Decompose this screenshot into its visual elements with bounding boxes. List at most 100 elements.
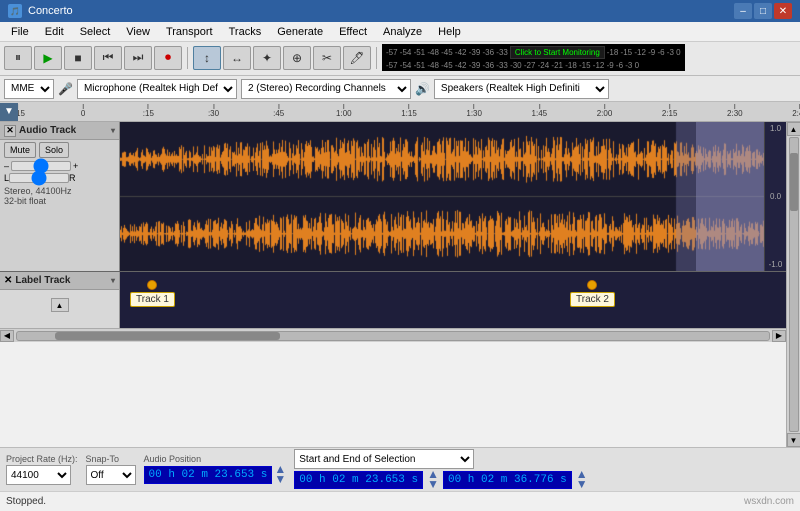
next-button[interactable]: ⏭ bbox=[124, 46, 152, 70]
label-track-close[interactable]: ✕ bbox=[4, 275, 12, 286]
channels-select[interactable]: 2 (Stereo) Recording Channels bbox=[241, 79, 411, 99]
play-button[interactable]: ▶ bbox=[34, 46, 62, 70]
hscroll-right-button[interactable]: ▶ bbox=[772, 330, 786, 342]
minimize-button[interactable]: – bbox=[734, 3, 752, 19]
pause-button[interactable]: ⏸ bbox=[4, 46, 32, 70]
label-track-controls: ✕ Label Track ▾ ▲ bbox=[0, 272, 120, 328]
label-text-2: Track 2 bbox=[570, 292, 615, 307]
label-marker-1: Track 1 bbox=[130, 280, 175, 307]
project-rate-group: Project Rate (Hz): 44100 bbox=[6, 454, 78, 485]
audio-track-name: Audio Track bbox=[19, 125, 108, 136]
menu-analyze[interactable]: Analyze bbox=[376, 24, 429, 40]
toolbar-area: ⏸ ▶ ■ ⏮ ⏭ ⏺ ↕ ↔ ✦ ⊕ ✂ 🖊 -57 -54 -51 -48 … bbox=[0, 42, 800, 76]
pan-slider[interactable] bbox=[9, 173, 69, 183]
audio-waveform[interactable]: 1.0 0.0 -1.0 bbox=[120, 122, 786, 271]
gain-plus-label: + bbox=[73, 161, 78, 171]
label-track-arrow[interactable]: ▾ bbox=[111, 276, 115, 285]
vscroll-up-button[interactable]: ▲ bbox=[787, 122, 800, 136]
menu-file[interactable]: File bbox=[4, 24, 36, 40]
scale-bot: -1.0 bbox=[767, 260, 784, 269]
selection-end-spinner[interactable]: ▲▼ bbox=[576, 470, 588, 489]
output-device-select[interactable]: Speakers (Realtek High Definiti bbox=[434, 79, 609, 99]
bottom-toolbar: Project Rate (Hz): 44100 Snap-To Off Aud… bbox=[0, 447, 800, 491]
vscroll-down-button[interactable]: ▼ bbox=[787, 433, 800, 447]
hscroll-thumb[interactable] bbox=[55, 332, 281, 340]
app-title: Concerto bbox=[28, 5, 73, 17]
ruler-content: -:150:15:30:451:001:151:301:452:002:152:… bbox=[18, 102, 800, 121]
audio-track-row: ✕ Audio Track ▾ Mute Solo – + L bbox=[0, 122, 786, 272]
maximize-button[interactable]: □ bbox=[754, 3, 772, 19]
toolbar-separator-2 bbox=[376, 47, 377, 69]
selection-fields: 00 h 02 m 23.653 s ▲▼ 00 h 02 m 36.776 s… bbox=[294, 470, 587, 489]
hscroll-area: ◀ ▶ bbox=[0, 328, 786, 342]
label-track-name: Label Track bbox=[15, 275, 108, 286]
audio-pos-field: 00 h 02 m 23.653 s ▲▼ bbox=[144, 465, 287, 484]
label-track-row: ✕ Label Track ▾ ▲ Track 1 bbox=[0, 272, 786, 328]
app-icon: 🎵 bbox=[8, 4, 22, 18]
hscroll-left-button[interactable]: ◀ bbox=[0, 330, 14, 342]
vscroll-thumb[interactable] bbox=[790, 153, 798, 212]
waveform-canvas bbox=[120, 122, 786, 271]
tool-draw[interactable]: ✦ bbox=[253, 46, 281, 70]
vscroll-track bbox=[789, 137, 799, 432]
audio-pos-group: Audio Position 00 h 02 m 23.653 s ▲▼ bbox=[144, 454, 287, 484]
menu-view[interactable]: View bbox=[119, 24, 157, 40]
audio-pos-label: Audio Position bbox=[144, 454, 287, 464]
track-info: Stereo, 44100Hz 32-bit float bbox=[0, 184, 119, 208]
selection-mode-select[interactable]: Start and End of Selection bbox=[294, 449, 474, 469]
tool-timeshift[interactable]: ✂ bbox=[313, 46, 341, 70]
right-scrollbar: ▲ ▼ bbox=[786, 122, 800, 447]
audio-pos-spinner[interactable]: ▲▼ bbox=[274, 465, 286, 484]
start-monitoring-button[interactable]: Click to Start Monitoring bbox=[510, 46, 605, 59]
snap-to-label: Snap-To bbox=[86, 454, 136, 464]
label-track-content[interactable]: Track 1 Track 2 bbox=[120, 272, 786, 328]
tool-envelope[interactable]: ↔ bbox=[223, 46, 251, 70]
audio-track-arrow[interactable]: ▾ bbox=[111, 126, 115, 135]
device-toolbar: MME 🎤 Microphone (Realtek High Defini 2 … bbox=[0, 76, 800, 102]
api-select[interactable]: MME bbox=[4, 79, 54, 99]
tool-multi[interactable]: 🖊 bbox=[343, 46, 371, 70]
label-track-expand[interactable]: ▲ bbox=[51, 298, 69, 312]
snap-to-group: Snap-To Off bbox=[86, 454, 136, 485]
stop-button[interactable]: ■ bbox=[64, 46, 92, 70]
menu-effect[interactable]: Effect bbox=[332, 24, 374, 40]
selection-end-display: 00 h 02 m 36.776 s bbox=[443, 471, 572, 489]
menu-bar: File Edit Select View Transport Tracks G… bbox=[0, 22, 800, 42]
label-text-1: Track 1 bbox=[130, 292, 175, 307]
microphone-icon: 🎤 bbox=[58, 82, 73, 96]
audio-track-header: ✕ Audio Track ▾ bbox=[0, 122, 119, 140]
close-button[interactable]: ✕ bbox=[774, 3, 792, 19]
selection-group: Start and End of Selection 00 h 02 m 23.… bbox=[294, 449, 587, 489]
pan-row: L R bbox=[0, 172, 119, 184]
waveform-scale: 1.0 0.0 -1.0 bbox=[764, 122, 786, 271]
ruler-arrow[interactable]: ▼ bbox=[0, 103, 18, 121]
track-info-stereo: Stereo, 44100Hz bbox=[4, 186, 115, 196]
mute-button[interactable]: Mute bbox=[4, 142, 36, 158]
status-text: Stopped. bbox=[6, 496, 46, 507]
input-device-select[interactable]: Microphone (Realtek High Defini bbox=[77, 79, 237, 99]
menu-tracks[interactable]: Tracks bbox=[222, 24, 269, 40]
timeline-ruler: ▼ -:150:15:30:451:001:151:301:452:002:15… bbox=[0, 102, 800, 122]
toolbar-separator-1 bbox=[187, 47, 188, 69]
prev-button[interactable]: ⏮ bbox=[94, 46, 122, 70]
record-button[interactable]: ⏺ bbox=[154, 46, 182, 70]
menu-edit[interactable]: Edit bbox=[38, 24, 71, 40]
mute-solo-row: Mute Solo bbox=[0, 140, 119, 160]
project-rate-select[interactable]: 44100 bbox=[6, 465, 71, 485]
selection-start-display: 00 h 02 m 23.653 s bbox=[294, 471, 423, 489]
tool-zoom[interactable]: ⊕ bbox=[283, 46, 311, 70]
menu-transport[interactable]: Transport bbox=[159, 24, 220, 40]
label-pin-1 bbox=[147, 280, 157, 290]
project-rate-label: Project Rate (Hz): bbox=[6, 454, 78, 464]
track-info-bit: 32-bit float bbox=[4, 196, 115, 206]
audio-track-close[interactable]: ✕ bbox=[4, 125, 16, 137]
menu-help[interactable]: Help bbox=[431, 24, 468, 40]
menu-generate[interactable]: Generate bbox=[270, 24, 330, 40]
tool-select[interactable]: ↕ bbox=[193, 46, 221, 70]
audio-position-display: 00 h 02 m 23.653 s bbox=[144, 466, 273, 484]
solo-button[interactable]: Solo bbox=[39, 142, 69, 158]
watermark: wsxdn.com bbox=[744, 496, 794, 507]
selection-start-spinner[interactable]: ▲▼ bbox=[427, 470, 439, 489]
snap-to-select[interactable]: Off bbox=[86, 465, 136, 485]
menu-select[interactable]: Select bbox=[73, 24, 118, 40]
